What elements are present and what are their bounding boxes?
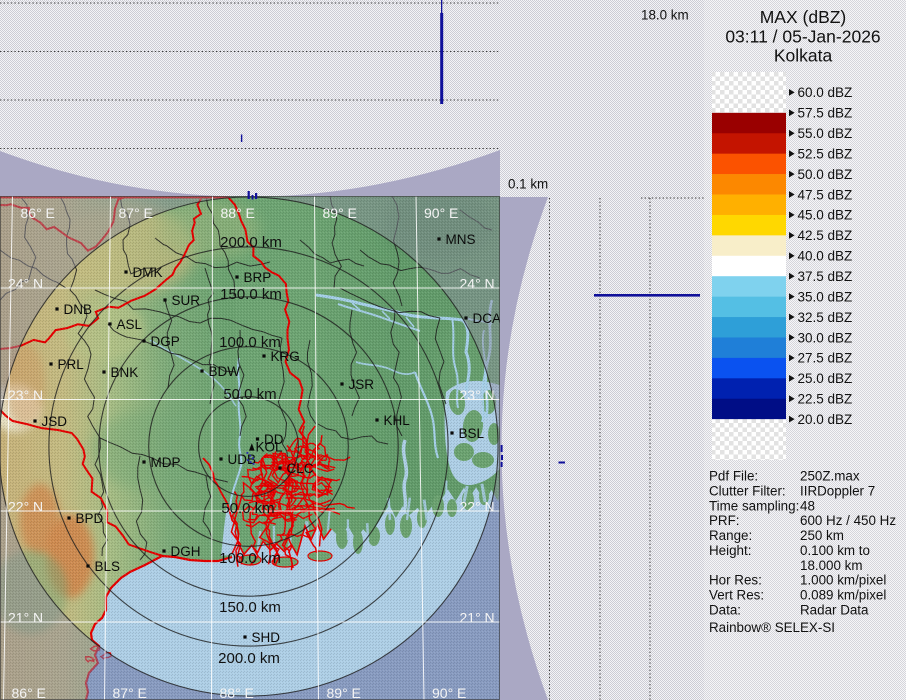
svg-text:DGH: DGH [171, 544, 201, 559]
svg-text:88° E: 88° E [221, 205, 255, 221]
svg-text:Radar Data: Radar Data [800, 602, 869, 617]
svg-text:DNB: DNB [64, 302, 93, 317]
svg-text:SHD: SHD [252, 630, 281, 645]
svg-text:PRF:: PRF: [709, 513, 740, 528]
svg-text:22° N: 22° N [8, 499, 43, 515]
svg-text:18.0 km: 18.0 km [641, 8, 689, 23]
svg-text:32.5 dBZ: 32.5 dBZ [798, 310, 853, 325]
svg-text:50.0 dBZ: 50.0 dBZ [798, 167, 853, 182]
svg-text:57.5 dBZ: 57.5 dBZ [798, 106, 853, 121]
svg-text:87° E: 87° E [119, 205, 153, 221]
svg-text:200.0 km: 200.0 km [218, 650, 280, 667]
svg-text:BNK: BNK [111, 365, 139, 380]
svg-text:150.0 km: 150.0 km [219, 599, 281, 616]
svg-text:DCA: DCA [473, 311, 502, 326]
svg-text:DMK: DMK [133, 265, 163, 280]
svg-text:Vert Res:: Vert Res: [709, 588, 764, 603]
svg-text:0.1 km: 0.1 km [508, 177, 548, 192]
svg-text:90° E: 90° E [424, 205, 458, 221]
svg-text:03:11 / 05-Jan-2026: 03:11 / 05-Jan-2026 [725, 27, 880, 47]
svg-text:35.0 dBZ: 35.0 dBZ [798, 289, 853, 304]
svg-text:CLC: CLC [287, 461, 314, 476]
svg-text:86° E: 86° E [12, 685, 46, 700]
svg-text:50.0 km: 50.0 km [223, 386, 276, 403]
svg-text:87° E: 87° E [113, 685, 147, 700]
svg-text:BDW: BDW [209, 364, 241, 379]
svg-text:Hor Res:: Hor Res: [709, 573, 762, 588]
svg-text:89° E: 89° E [327, 685, 361, 700]
svg-text:55.0 dBZ: 55.0 dBZ [798, 126, 853, 141]
svg-text:23° N: 23° N [8, 387, 43, 403]
svg-text:Time sampling:: Time sampling: [709, 498, 799, 513]
svg-text:KRG: KRG [271, 349, 300, 364]
svg-text:Data:: Data: [709, 602, 741, 617]
svg-text:0.100 km to: 0.100 km to [800, 543, 870, 558]
svg-text:22° N: 22° N [460, 499, 495, 515]
svg-text:37.5 dBZ: 37.5 dBZ [798, 269, 853, 284]
svg-text:50.0 km: 50.0 km [221, 500, 274, 517]
svg-text:52.5 dBZ: 52.5 dBZ [798, 147, 853, 162]
svg-text:Kolkata: Kolkata [774, 46, 833, 66]
svg-text:JSD: JSD [42, 414, 68, 429]
svg-text:24° N: 24° N [8, 276, 43, 292]
svg-text:KOL: KOL [256, 440, 284, 455]
svg-text:48: 48 [800, 498, 815, 513]
svg-text:MAX (dBZ): MAX (dBZ) [760, 7, 847, 27]
svg-text:PRL: PRL [58, 357, 85, 372]
svg-text:JSR: JSR [349, 377, 375, 392]
svg-text:89° E: 89° E [323, 205, 357, 221]
svg-text:47.5 dBZ: 47.5 dBZ [798, 187, 853, 202]
svg-text:Clutter Filter:: Clutter Filter: [709, 484, 786, 499]
svg-text:40.0 dBZ: 40.0 dBZ [798, 249, 853, 264]
svg-text:Rainbow® SELEX-SI: Rainbow® SELEX-SI [709, 620, 835, 635]
svg-text:ASL: ASL [117, 317, 143, 332]
svg-text:22.5 dBZ: 22.5 dBZ [798, 392, 853, 407]
svg-text:88° E: 88° E [220, 685, 254, 700]
svg-text:SUR: SUR [172, 293, 201, 308]
svg-text:UDB: UDB [228, 452, 257, 467]
svg-text:MDP: MDP [151, 455, 181, 470]
svg-text:Range:: Range: [709, 528, 752, 543]
svg-text:90° E: 90° E [432, 685, 466, 700]
svg-text:250Z.max: 250Z.max [800, 469, 860, 484]
svg-text:KHL: KHL [384, 413, 411, 428]
svg-text:24° N: 24° N [460, 276, 495, 292]
svg-text:200.0 km: 200.0 km [220, 234, 282, 251]
svg-text:23° N: 23° N [460, 387, 495, 403]
svg-text:150.0 km: 150.0 km [220, 286, 282, 303]
svg-text:25.0 dBZ: 25.0 dBZ [798, 371, 853, 386]
svg-text:Pdf File:: Pdf File: [709, 469, 758, 484]
svg-text:DGP: DGP [151, 334, 180, 349]
svg-text:BPD: BPD [76, 511, 104, 526]
svg-text:27.5 dBZ: 27.5 dBZ [798, 351, 853, 366]
svg-text:45.0 dBZ: 45.0 dBZ [798, 208, 853, 223]
svg-text:21° N: 21° N [8, 610, 43, 626]
svg-text:100.0 km: 100.0 km [219, 550, 281, 567]
svg-text:BSL: BSL [459, 426, 485, 441]
svg-text:30.0 dBZ: 30.0 dBZ [798, 330, 853, 345]
svg-text:18.000 km: 18.000 km [800, 558, 863, 573]
svg-text:21° N: 21° N [460, 610, 495, 626]
svg-text:1.000 km/pixel: 1.000 km/pixel [800, 573, 886, 588]
svg-text:86° E: 86° E [21, 205, 55, 221]
svg-text:IIRDoppler 7: IIRDoppler 7 [800, 484, 875, 499]
svg-text:0.089 km/pixel: 0.089 km/pixel [800, 588, 886, 603]
svg-text:BRP: BRP [244, 270, 272, 285]
svg-text:Height:: Height: [709, 543, 751, 558]
svg-text:BLS: BLS [95, 559, 121, 574]
svg-text:60.0 dBZ: 60.0 dBZ [798, 85, 853, 100]
svg-text:600 Hz / 450 Hz: 600 Hz / 450 Hz [800, 513, 896, 528]
svg-text:20.0 dBZ: 20.0 dBZ [798, 412, 853, 427]
svg-text:42.5 dBZ: 42.5 dBZ [798, 228, 853, 243]
svg-text:MNS: MNS [446, 232, 476, 247]
svg-text:250 km: 250 km [800, 528, 844, 543]
